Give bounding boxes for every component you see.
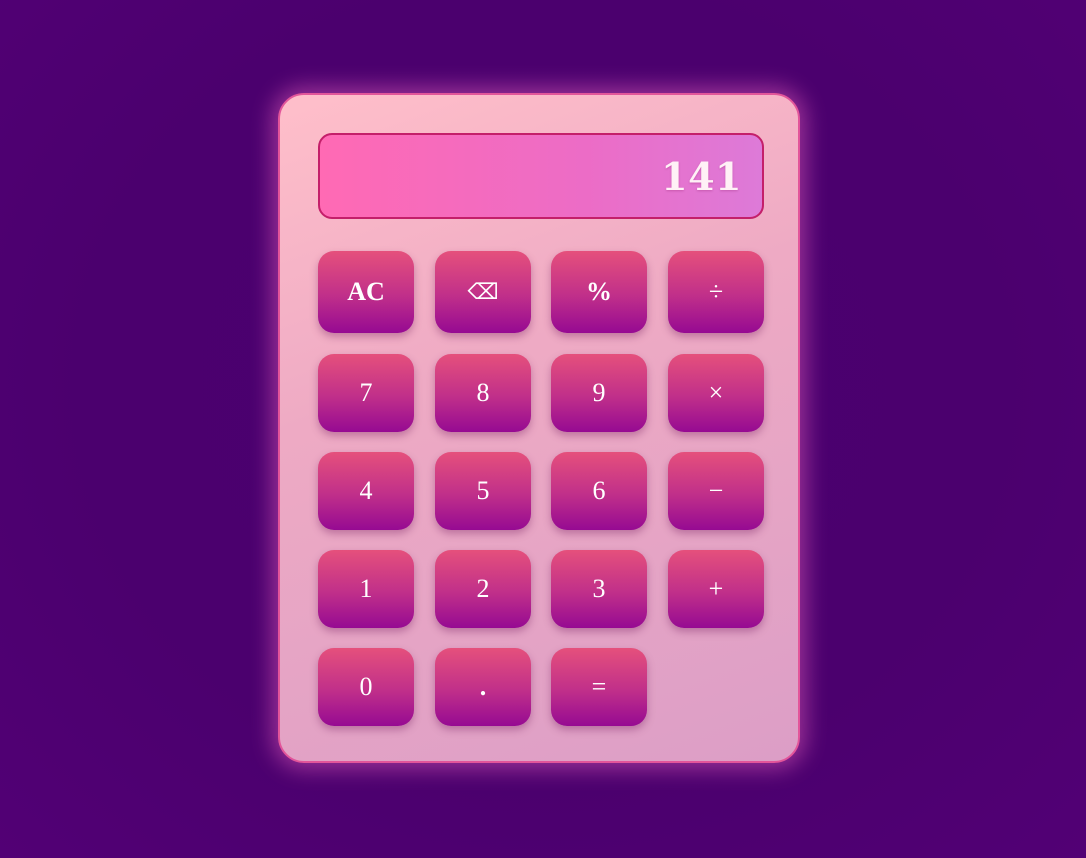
two-button[interactable]: 2: [435, 550, 531, 628]
add-button[interactable]: +: [668, 550, 764, 628]
five-button[interactable]: 5: [435, 452, 531, 530]
backspace-icon: ⌫: [467, 279, 499, 305]
three-button[interactable]: 3: [551, 550, 647, 628]
multiply-button[interactable]: ×: [668, 354, 764, 432]
nine-button[interactable]: 9: [551, 354, 647, 432]
clear-button[interactable]: AC: [318, 251, 414, 333]
one-button[interactable]: 1: [318, 550, 414, 628]
divide-button[interactable]: ÷: [668, 251, 764, 333]
eight-button[interactable]: 8: [435, 354, 531, 432]
percent-button[interactable]: %: [551, 251, 647, 333]
six-button[interactable]: 6: [551, 452, 647, 530]
four-button[interactable]: 4: [318, 452, 414, 530]
display-value: 141: [661, 153, 742, 199]
calculator: 141 AC ⌫ % ÷ 7 8 9 × 4 5 6 − 1 2 3 + 0 .…: [278, 93, 800, 763]
display: 141: [318, 133, 764, 219]
backspace-button[interactable]: ⌫: [435, 251, 531, 333]
subtract-button[interactable]: −: [668, 452, 764, 530]
zero-button[interactable]: 0: [318, 648, 414, 726]
decimal-button[interactable]: .: [435, 648, 531, 726]
equals-button[interactable]: =: [551, 648, 647, 726]
seven-button[interactable]: 7: [318, 354, 414, 432]
